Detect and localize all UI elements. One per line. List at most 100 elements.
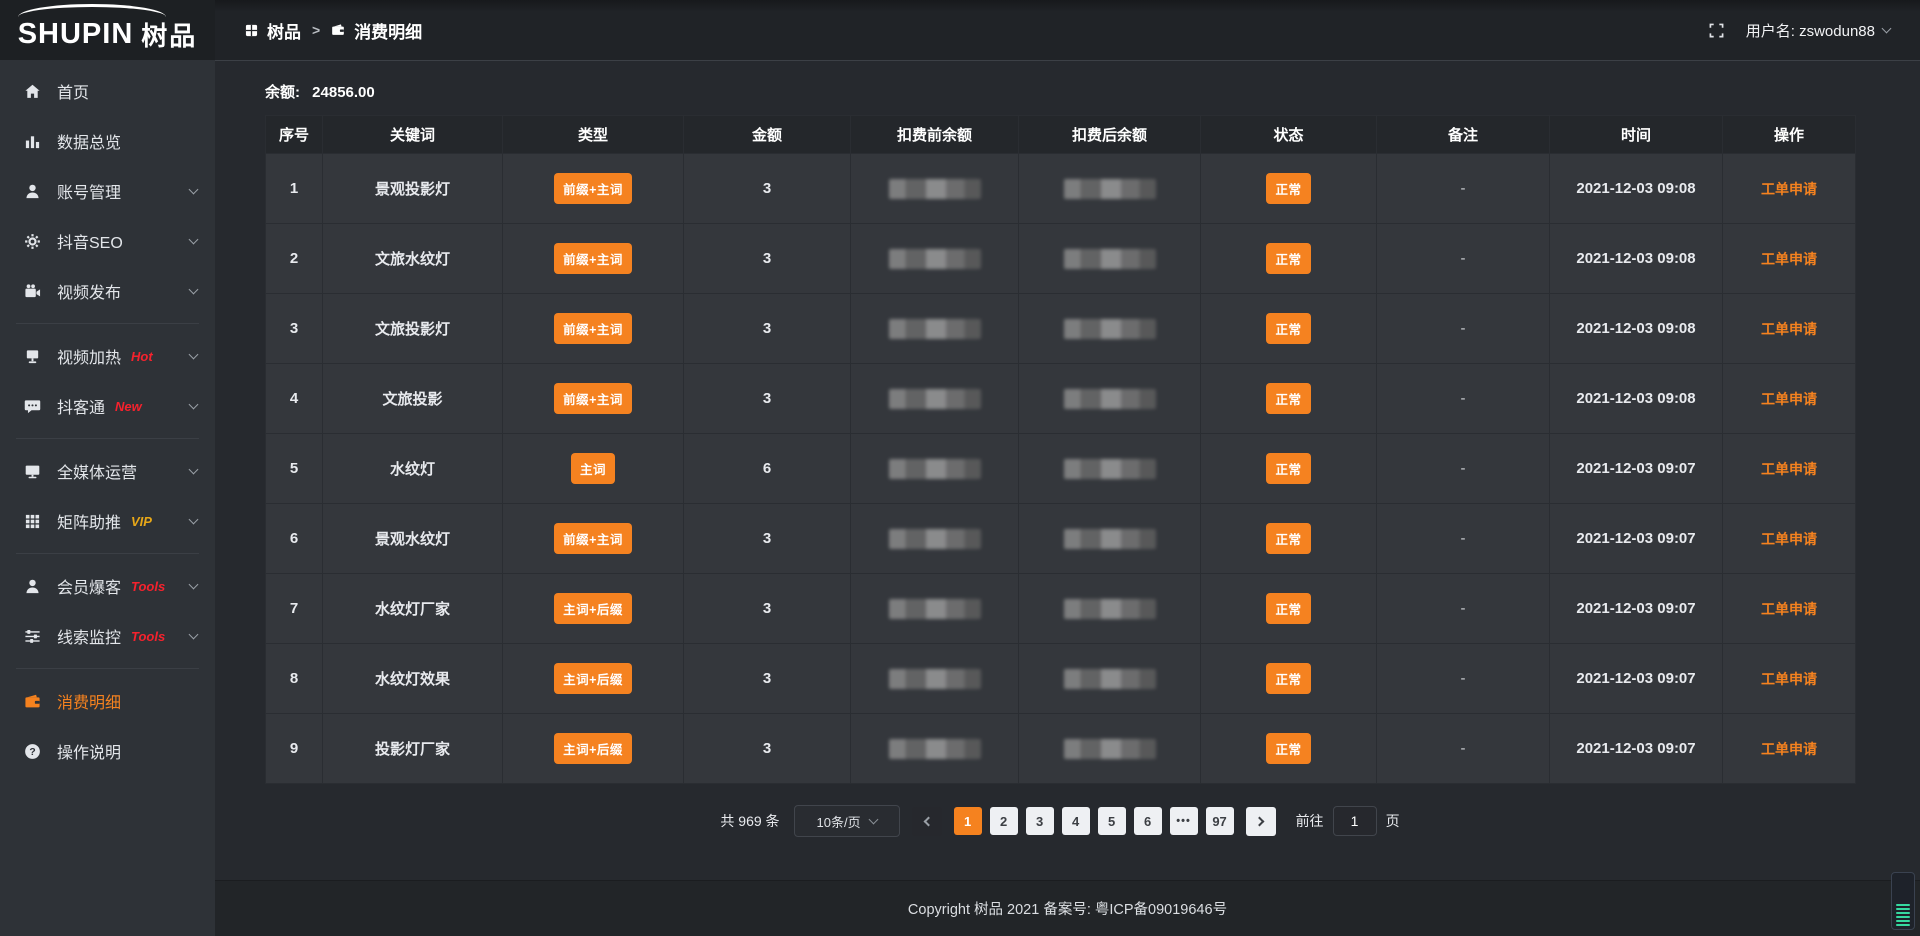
page-button-97[interactable]: 97 — [1206, 807, 1234, 835]
page-ellipsis-button[interactable]: ••• — [1170, 807, 1198, 835]
sliders-icon — [24, 628, 44, 645]
table-row: 3文旅投影灯前缀+主词3正常-2021-12-03 09:08工单申请 — [266, 294, 1856, 364]
redacted-value — [889, 249, 981, 269]
cell-time: 2021-12-03 09:08 — [1550, 224, 1723, 294]
cell-balance-after — [1019, 644, 1201, 714]
cell-status: 正常 — [1201, 714, 1377, 784]
page-button-4[interactable]: 4 — [1062, 807, 1090, 835]
cell-action[interactable]: 工单申请 — [1723, 364, 1856, 434]
cell-index: 9 — [266, 714, 323, 784]
cell-action[interactable]: 工单申请 — [1723, 574, 1856, 644]
sidebar-item-home[interactable]: 首页 — [0, 66, 215, 116]
svg-text:?: ? — [29, 747, 35, 758]
work-order-link[interactable]: 工单申请 — [1761, 741, 1817, 757]
sidebar-divider — [16, 323, 199, 324]
cell-action[interactable]: 工单申请 — [1723, 154, 1856, 224]
cell-index: 8 — [266, 644, 323, 714]
goto-page-input[interactable] — [1333, 806, 1377, 836]
cell-action[interactable]: 工单申请 — [1723, 224, 1856, 294]
work-order-link[interactable]: 工单申请 — [1761, 321, 1817, 337]
page-button-6[interactable]: 6 — [1134, 807, 1162, 835]
sidebar-divider — [16, 553, 199, 554]
cell-action[interactable]: 工单申请 — [1723, 644, 1856, 714]
work-order-link[interactable]: 工单申请 — [1761, 181, 1817, 197]
chart-icon — [24, 133, 44, 150]
status-badge: 正常 — [1266, 663, 1310, 694]
sidebar-item-clue-monitor[interactable]: 线索监控Tools — [0, 611, 215, 661]
cell-balance-after — [1019, 434, 1201, 504]
user-menu[interactable]: 用户名: zswodun88 — [1746, 20, 1890, 41]
sidebar-item-douketong[interactable]: 抖客通New — [0, 381, 215, 431]
sidebar-item-label: 抖客通 — [57, 394, 105, 418]
page-button-3[interactable]: 3 — [1026, 807, 1054, 835]
status-badge: 正常 — [1266, 453, 1310, 484]
video-icon — [24, 283, 44, 300]
cell-index: 5 — [266, 434, 323, 504]
cell-balance-before — [851, 294, 1019, 364]
col-header-balance-before: 扣费前余额 — [851, 116, 1019, 154]
table-row: 9投影灯厂家主词+后缀3正常-2021-12-03 09:07工单申请 — [266, 714, 1856, 784]
chevron-left-icon — [923, 816, 933, 826]
page-size-select[interactable]: 10条/页 — [794, 805, 900, 837]
cell-action[interactable]: 工单申请 — [1723, 504, 1856, 574]
sidebar-item-data-overview[interactable]: 数据总览 — [0, 116, 215, 166]
chat-icon — [24, 398, 44, 415]
status-badge: 正常 — [1266, 383, 1310, 414]
work-order-link[interactable]: 工单申请 — [1761, 531, 1817, 547]
next-page-button[interactable] — [1246, 807, 1276, 836]
table-row: 5水纹灯主词6正常-2021-12-03 09:07工单申请 — [266, 434, 1856, 504]
cell-keyword: 文旅水纹灯 — [323, 224, 503, 294]
redacted-value — [1064, 389, 1156, 409]
fullscreen-icon[interactable] — [1709, 23, 1724, 38]
cell-balance-after — [1019, 154, 1201, 224]
sidebar-item-account-management[interactable]: 账号管理 — [0, 166, 215, 216]
sidebar-item-video-heat[interactable]: 视频加热Hot — [0, 331, 215, 381]
breadcrumb-home[interactable]: 树品 — [267, 18, 301, 43]
sidebar-item-matrix-boost[interactable]: 矩阵助推VIP — [0, 496, 215, 546]
status-badge: 正常 — [1266, 243, 1310, 274]
cell-type: 主词 — [503, 434, 684, 504]
work-order-link[interactable]: 工单申请 — [1761, 671, 1817, 687]
breadcrumb-current: 消费明细 — [354, 18, 422, 43]
page-unit-label: 页 — [1386, 811, 1400, 831]
work-order-link[interactable]: 工单申请 — [1761, 391, 1817, 407]
redacted-value — [1064, 319, 1156, 339]
cell-note: - — [1377, 434, 1550, 504]
col-header-type: 类型 — [503, 116, 684, 154]
table-row: 1景观投影灯前缀+主词3正常-2021-12-03 09:08工单申请 — [266, 154, 1856, 224]
sidebar-item-label: 会员爆客 — [57, 574, 121, 598]
redacted-value — [889, 389, 981, 409]
home-icon — [24, 83, 44, 100]
sidebar-menu: 首页数据总览账号管理抖音SEO 视频发布视频加热Hot抖客通New 全媒体运营矩阵助… — [0, 60, 215, 776]
sidebar-item-label: 账号管理 — [57, 179, 121, 203]
work-order-link[interactable]: 工单申请 — [1761, 601, 1817, 617]
sidebar-item-all-media-operation[interactable]: 全媒体运营 — [0, 446, 215, 496]
page-button-1[interactable]: 1 — [954, 807, 982, 835]
pagination: 共 969 条 10条/页 123456•••97 前往 页 — [265, 805, 1855, 837]
redacted-value — [889, 669, 981, 689]
sidebar-item-consumption-detail[interactable]: 消费明细 — [0, 676, 215, 726]
work-order-link[interactable]: 工单申请 — [1761, 461, 1817, 477]
sidebar-item-douyin-seo[interactable]: 抖音SEO — [0, 216, 215, 266]
prev-page-button[interactable] — [912, 807, 942, 836]
cell-note: - — [1377, 224, 1550, 294]
chevron-right-icon — [1254, 816, 1264, 826]
cell-keyword: 水纹灯厂家 — [323, 574, 503, 644]
cell-note: - — [1377, 574, 1550, 644]
sidebar-item-label: 抖音SEO — [57, 229, 123, 253]
work-order-link[interactable]: 工单申请 — [1761, 251, 1817, 267]
cell-status: 正常 — [1201, 364, 1377, 434]
col-header-action: 操作 — [1723, 116, 1856, 154]
floating-widget[interactable] — [1891, 872, 1915, 930]
sidebar-item-member-baoke[interactable]: 会员爆客Tools — [0, 561, 215, 611]
sidebar-item-operation-guide[interactable]: ?操作说明 — [0, 726, 215, 776]
main-content: 余额: 24856.00 序号 关键词 类型 金额 扣费前余额 扣费后余额 状态… — [215, 61, 1920, 880]
cell-action[interactable]: 工单申请 — [1723, 434, 1856, 504]
page-button-2[interactable]: 2 — [990, 807, 1018, 835]
cell-type: 前缀+主词 — [503, 364, 684, 434]
cell-action[interactable]: 工单申请 — [1723, 294, 1856, 364]
grid-icon — [24, 513, 44, 530]
sidebar-item-video-publish[interactable]: 视频发布 — [0, 266, 215, 316]
page-button-5[interactable]: 5 — [1098, 807, 1126, 835]
cell-action[interactable]: 工单申请 — [1723, 714, 1856, 784]
